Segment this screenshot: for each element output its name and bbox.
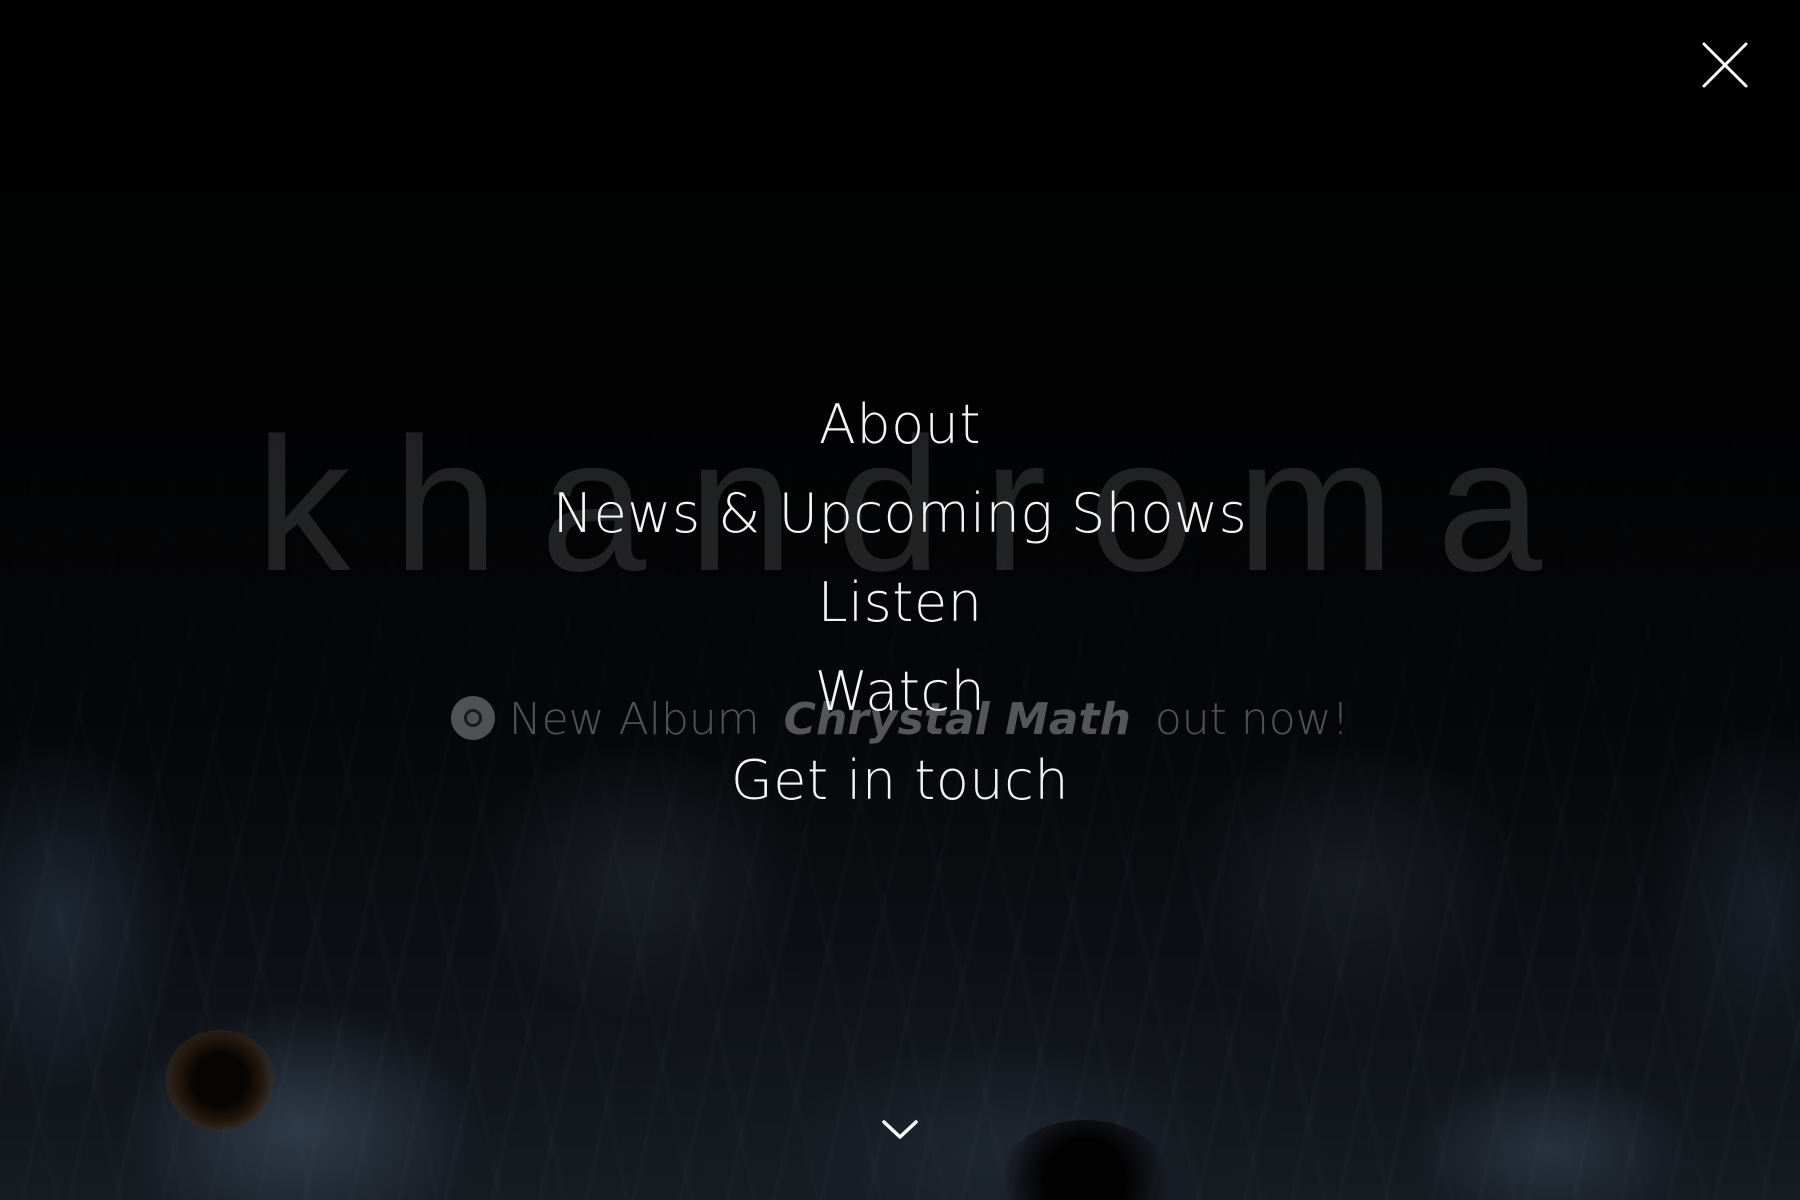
chevron-down-icon: [882, 1120, 918, 1139]
page: khandroma New Album Chrystal Math out no…: [0, 0, 1800, 1200]
menu-item-listen: Listen: [0, 558, 1800, 647]
close-menu-button[interactable]: [1700, 40, 1750, 90]
menu-item-news: News & Upcoming Shows: [0, 469, 1800, 558]
menu-item-about: About: [0, 380, 1800, 469]
menu-link-news-upcoming-shows[interactable]: News & Upcoming Shows: [553, 482, 1248, 545]
menu-item-contact: Get in touch: [0, 736, 1800, 825]
menu-link-get-in-touch[interactable]: Get in touch: [731, 749, 1069, 812]
menu-link-about[interactable]: About: [819, 393, 981, 456]
main-navigation-menu: About News & Upcoming Shows Listen Watch…: [0, 380, 1800, 825]
menu-link-listen[interactable]: Listen: [818, 571, 983, 634]
menu-link-watch[interactable]: Watch: [815, 660, 986, 723]
menu-item-watch: Watch: [0, 647, 1800, 736]
scroll-down-button[interactable]: [880, 1116, 920, 1142]
close-icon: [1702, 42, 1748, 88]
